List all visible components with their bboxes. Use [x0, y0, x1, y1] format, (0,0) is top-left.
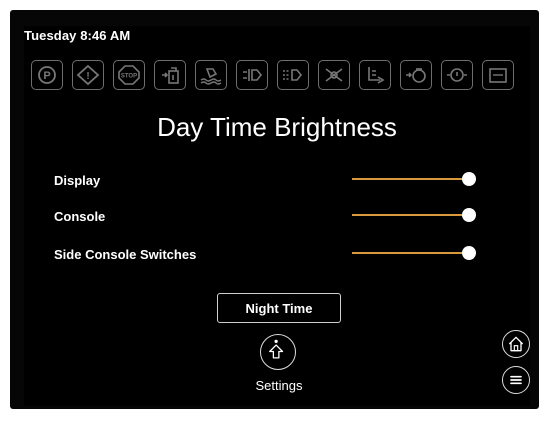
slider-fill: [352, 252, 476, 254]
display-label: Display: [54, 173, 101, 188]
engine-oil-icon: [441, 60, 473, 90]
home-icon: [508, 336, 524, 352]
brightness-screen: Tuesday 8:46 AM P ! STOP Day Time Bright…: [24, 26, 530, 406]
slider-fill: [352, 178, 476, 180]
night-time-button[interactable]: Night Time: [217, 293, 341, 323]
slider-handle[interactable]: [462, 208, 476, 222]
stop-text: STOP: [121, 74, 137, 80]
home-button[interactable]: [502, 330, 530, 358]
side-console-switches-label: Side Console Switches: [54, 247, 197, 262]
warning-mark: !: [86, 71, 89, 82]
engine-coolant-icon: [359, 60, 391, 90]
settings-label: Settings: [255, 378, 303, 393]
water-in-fuel-icon: [195, 60, 227, 90]
slider-handle[interactable]: [462, 172, 476, 186]
indicator-bar: P ! STOP: [31, 60, 536, 90]
console-label: Console: [54, 209, 106, 224]
fan-icon: [318, 60, 350, 90]
slider-handle[interactable]: [462, 246, 476, 260]
page-title: Day Time Brightness: [157, 112, 397, 142]
battery-icon: [482, 60, 514, 90]
status-datetime: Tuesday 8:46 AM: [24, 28, 131, 43]
display-brightness-slider[interactable]: [352, 172, 476, 186]
side-console-switches-brightness-slider[interactable]: [352, 246, 476, 260]
menu-icon: [510, 375, 522, 385]
settings-button[interactable]: [260, 334, 296, 370]
console-brightness-slider[interactable]: [352, 208, 476, 222]
hydraulic-icon: [277, 60, 309, 90]
transmission-icon: [236, 60, 268, 90]
stop-icon: STOP: [113, 60, 145, 90]
settings-up-arrow-icon: [269, 339, 284, 359]
fuel-filter-icon: [154, 60, 186, 90]
menu-button[interactable]: [502, 366, 530, 394]
oil-pressure-icon: [400, 60, 432, 90]
parking-brake-icon: P: [31, 60, 63, 90]
warning-icon: !: [72, 60, 104, 90]
parking-brake-letter: P: [43, 70, 50, 82]
slider-fill: [352, 214, 476, 216]
